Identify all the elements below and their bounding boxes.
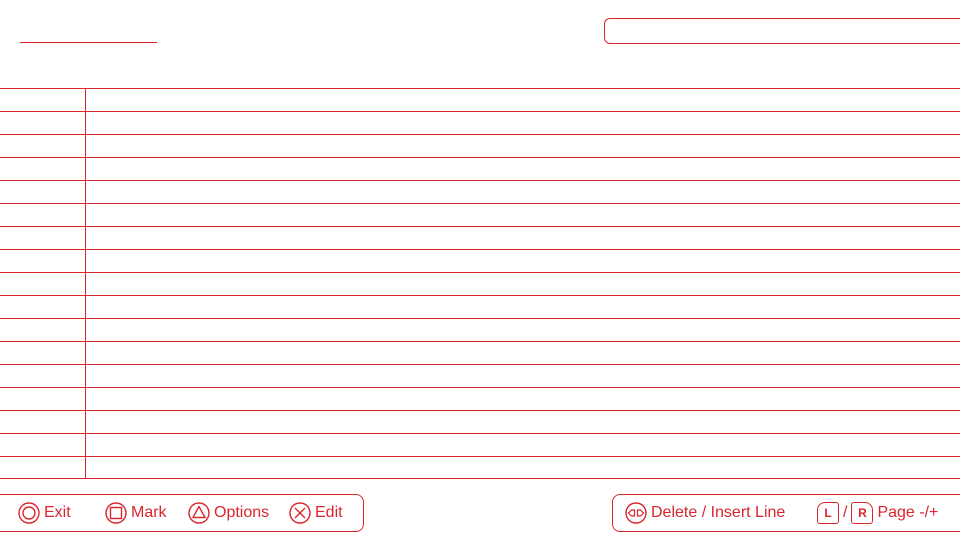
key-separator: / [843, 504, 848, 521]
triangle-button-icon [188, 502, 210, 524]
line-number-cell[interactable] [0, 227, 84, 249]
page-label: Page -/+ [877, 504, 939, 521]
mark-button[interactable]: Mark [105, 495, 167, 531]
title-underline [20, 42, 157, 43]
circle-button-icon [18, 502, 40, 524]
line-text-cell[interactable] [87, 296, 960, 318]
line-number-cell[interactable] [0, 457, 84, 479]
mark-label: Mark [131, 504, 167, 521]
line-text-cell[interactable] [87, 158, 960, 180]
footer-controls-right: Delete / Insert Line L / R Page -/+ [612, 494, 960, 532]
line-number-cell[interactable] [0, 296, 84, 318]
footer-controls-left: Exit Mark Options Edit [0, 494, 364, 532]
exit-button[interactable]: Exit [18, 495, 71, 531]
search-field[interactable] [604, 18, 960, 44]
line-text-cell[interactable] [87, 273, 960, 295]
line-number-cell[interactable] [0, 250, 84, 272]
cross-button-icon [289, 502, 311, 524]
dpad-left-right-icon [625, 502, 647, 524]
line-text-cell[interactable] [87, 250, 960, 272]
line-text-cell[interactable] [87, 227, 960, 249]
edit-label: Edit [315, 504, 343, 521]
line-number-cell[interactable] [0, 204, 84, 226]
line-number-cell[interactable] [0, 112, 84, 134]
line-text-cell[interactable] [87, 365, 960, 387]
line-number-cell[interactable] [0, 342, 84, 364]
line-text-cell[interactable] [87, 135, 960, 157]
line-text-cell[interactable] [87, 319, 960, 341]
line-text-cell[interactable] [87, 204, 960, 226]
line-text-cell[interactable] [87, 457, 960, 479]
line-number-cell[interactable] [0, 89, 84, 111]
line-text-cell[interactable] [87, 434, 960, 456]
line-number-cell[interactable] [0, 388, 84, 410]
l-shoulder-key-icon: L [817, 502, 839, 524]
line-number-cell[interactable] [0, 158, 84, 180]
line-number-cell[interactable] [0, 319, 84, 341]
line-text-cell[interactable] [87, 411, 960, 433]
line-text-cell[interactable] [87, 112, 960, 134]
line-number-cell[interactable] [0, 181, 84, 203]
line-text-cell[interactable] [87, 342, 960, 364]
column-divider [85, 88, 86, 479]
delete-insert-line-label: Delete / Insert Line [651, 504, 786, 521]
line-text-cell[interactable] [87, 89, 960, 111]
edit-button[interactable]: Edit [289, 495, 343, 531]
exit-label: Exit [44, 504, 71, 521]
options-label: Options [214, 504, 270, 521]
line-number-cell[interactable] [0, 135, 84, 157]
line-text-cell[interactable] [87, 181, 960, 203]
delete-insert-line-button[interactable]: Delete / Insert Line [625, 495, 785, 531]
options-button[interactable]: Options [188, 495, 269, 531]
line-number-cell[interactable] [0, 365, 84, 387]
line-number-cell[interactable] [0, 411, 84, 433]
page-change-button[interactable]: L / R Page -/+ [817, 495, 938, 531]
square-button-icon [105, 502, 127, 524]
line-number-cell[interactable] [0, 273, 84, 295]
line-number-cell[interactable] [0, 434, 84, 456]
line-text-cell[interactable] [87, 388, 960, 410]
r-shoulder-key-icon: R [851, 502, 874, 524]
